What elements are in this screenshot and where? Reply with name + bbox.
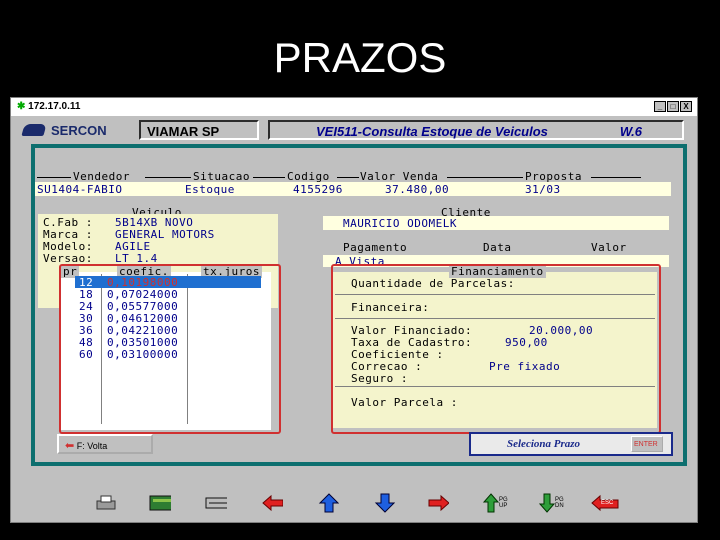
arrow-up-button[interactable]: [317, 493, 339, 513]
pgup-label: PG UP: [499, 497, 508, 509]
pgdn-label: PG DN: [555, 497, 564, 509]
arrow-left-icon: ⬅: [65, 440, 75, 452]
arrow-right-button[interactable]: [427, 493, 449, 513]
minimize-button[interactable]: _: [654, 101, 666, 112]
main-panel: Vendedor Situacao Codigo Valor Venda Pro…: [31, 144, 687, 466]
version-label: W.6: [619, 124, 642, 139]
calculator-icon: [149, 495, 171, 511]
volta-button[interactable]: ⬅ F: Volta: [57, 434, 153, 454]
proposta-field[interactable]: 31/03: [525, 183, 561, 196]
divider: [253, 177, 285, 178]
close-button[interactable]: X: [680, 101, 692, 112]
terminal-window: ✱ 172.17.0.11 _ □ X SERCON VIAMAR SP VEI…: [10, 97, 698, 523]
valor-venda-field[interactable]: 37.480,00: [385, 183, 449, 196]
page-down-icon: [539, 493, 555, 513]
divider: [37, 177, 71, 178]
maximize-button[interactable]: □: [667, 101, 679, 112]
divider: [591, 177, 641, 178]
vendedor-field[interactable]: SU1404-FABIO: [37, 183, 122, 196]
brand-name: SERCON: [51, 122, 107, 138]
divider: [447, 177, 523, 178]
valor-label: Valor: [591, 241, 627, 254]
company-field: VIAMAR SP: [139, 120, 259, 140]
seleciona-prazo-button[interactable]: Seleciona Prazo ENTER: [469, 432, 673, 456]
connection-icon: ✱: [17, 101, 26, 112]
main-inner: Vendedor Situacao Codigo Valor Venda Pro…: [35, 148, 683, 462]
arrow-left-button[interactable]: [261, 493, 283, 513]
sercon-logo-icon: [21, 124, 47, 136]
codigo-field[interactable]: 4155296: [293, 183, 343, 196]
data-label: Data: [483, 241, 512, 254]
window-titlebar: ✱ 172.17.0.11 _ □ X: [11, 98, 697, 116]
esc-label: ESC: [601, 500, 614, 506]
pagamento-label: Pagamento: [343, 241, 408, 254]
printer-icon: [96, 495, 116, 510]
divider: [337, 177, 359, 178]
screen-title-field: VEI511-Consulta Estoque de Veiculos W.6: [268, 120, 684, 140]
arrow-down-icon: [374, 493, 395, 513]
seleciona-prazo-label: Seleciona Prazo: [507, 438, 581, 450]
screen-title: VEI511-Consulta Estoque de Veiculos: [316, 124, 548, 139]
keyboard-icon[interactable]: [205, 493, 227, 513]
volta-label: F: Volta: [76, 441, 108, 451]
arrow-left-icon: [262, 494, 283, 512]
prazos-highlight-frame: [59, 264, 281, 434]
page-up-button[interactable]: PG UP: [481, 493, 511, 513]
top-fields-row: [35, 182, 671, 196]
page-down-button[interactable]: PG DN: [537, 493, 567, 513]
printer-icon[interactable]: [95, 493, 117, 513]
arrow-down-button[interactable]: [373, 493, 395, 513]
slide-title: PRAZOS: [273, 34, 447, 81]
situacao-field[interactable]: Estoque: [185, 183, 235, 196]
financiamento-highlight-frame: [331, 264, 661, 434]
escape-button[interactable]: ESC: [589, 493, 621, 513]
cliente-field[interactable]: MAURICIO ODOMELK: [343, 217, 457, 230]
page-up-icon: [483, 493, 499, 513]
arrow-right-icon: [428, 494, 449, 512]
calculator-icon[interactable]: [149, 493, 171, 513]
window-address: 172.17.0.11: [28, 101, 81, 112]
arrow-up-icon: [318, 493, 339, 513]
divider: [145, 177, 191, 178]
enter-key-icon: ENTER: [631, 436, 663, 452]
enter-label: ENTER: [634, 441, 658, 448]
brand-logo: SERCON: [21, 120, 135, 140]
keyboard-icon: [205, 497, 227, 509]
